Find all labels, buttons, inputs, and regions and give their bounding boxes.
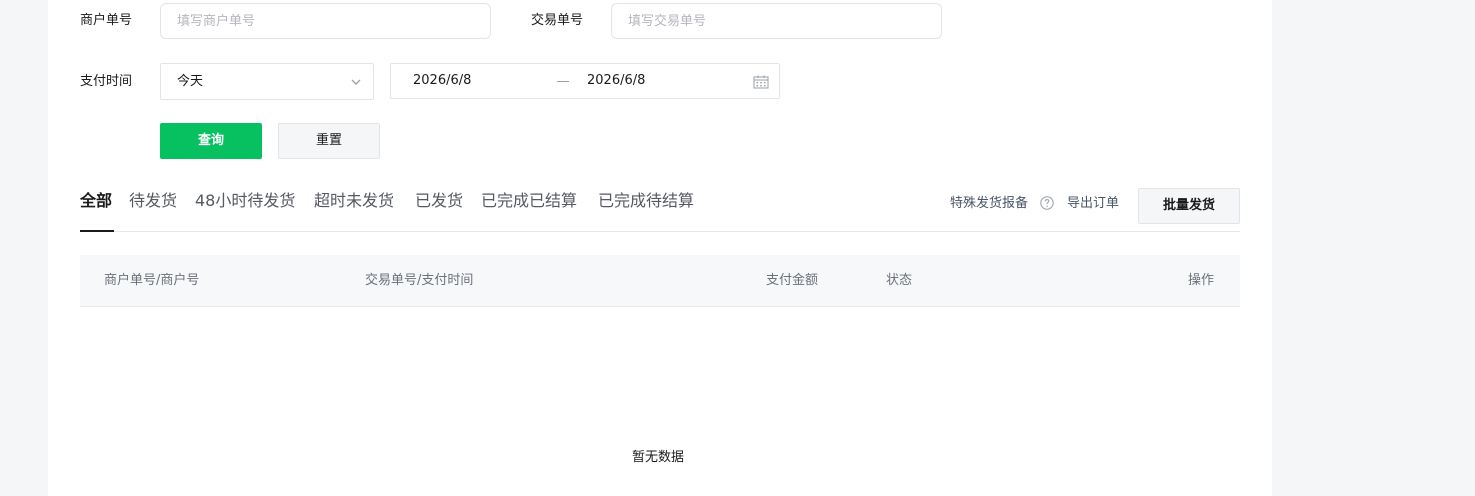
- export-orders-link[interactable]: 导出订单: [1067, 195, 1119, 213]
- pay-time-select-value: 今天: [177, 74, 204, 89]
- batch-ship-button[interactable]: 批量发货: [1138, 188, 1240, 224]
- tab-all[interactable]: 全部: [80, 190, 112, 212]
- reset-button[interactable]: 重置: [278, 123, 380, 159]
- tab-shipped[interactable]: 已发货: [415, 190, 463, 212]
- trade-no-input[interactable]: [611, 3, 942, 39]
- trade-no-label: 交易单号: [531, 13, 584, 28]
- empty-state-text: 暂无数据: [632, 450, 685, 465]
- date-separator: [557, 81, 569, 82]
- column-trade-no: 交易单号/支付时间: [365, 273, 474, 288]
- merchant-no-label: 商户单号: [80, 13, 133, 28]
- pay-time-label: 支付时间: [80, 74, 133, 89]
- chevron-down-icon: [351, 79, 361, 85]
- merchant-no-input[interactable]: [160, 3, 491, 39]
- date-range-picker[interactable]: 2026/6/8 2026/6/8: [390, 63, 780, 99]
- special-ship-report-link[interactable]: 特殊发货报备: [950, 195, 1028, 213]
- tab-completed-settled[interactable]: 已完成已结算: [481, 190, 577, 212]
- date-start[interactable]: 2026/6/8: [413, 72, 471, 90]
- tabs-divider: [80, 231, 1240, 232]
- help-icon[interactable]: [1040, 196, 1054, 210]
- tab-overdue-unshipped[interactable]: 超时未发货: [314, 190, 394, 212]
- date-end[interactable]: 2026/6/8: [587, 72, 645, 90]
- order-panel: 商户单号 交易单号 支付时间 今天 2026/6/8 2026/6/8 查询 重…: [48, 0, 1272, 496]
- tab-pending-ship[interactable]: 待发货: [129, 190, 177, 212]
- tab-completed-unsettled[interactable]: 已完成待结算: [598, 190, 694, 212]
- column-pay-amount: 支付金额: [766, 273, 819, 288]
- tab-48h-pending-ship[interactable]: 48小时待发货: [195, 190, 295, 212]
- orders-table-header: 商户单号/商户号 交易单号/支付时间 支付金额 状态 操作: [80, 255, 1240, 307]
- column-merchant-no: 商户单号/商户号: [104, 273, 200, 288]
- calendar-icon: [753, 75, 769, 89]
- active-tab-indicator: [80, 230, 114, 232]
- query-button[interactable]: 查询: [160, 123, 262, 159]
- column-status: 状态: [886, 273, 913, 288]
- column-actions: 操作: [1188, 273, 1215, 288]
- pay-time-select[interactable]: 今天: [160, 63, 374, 100]
